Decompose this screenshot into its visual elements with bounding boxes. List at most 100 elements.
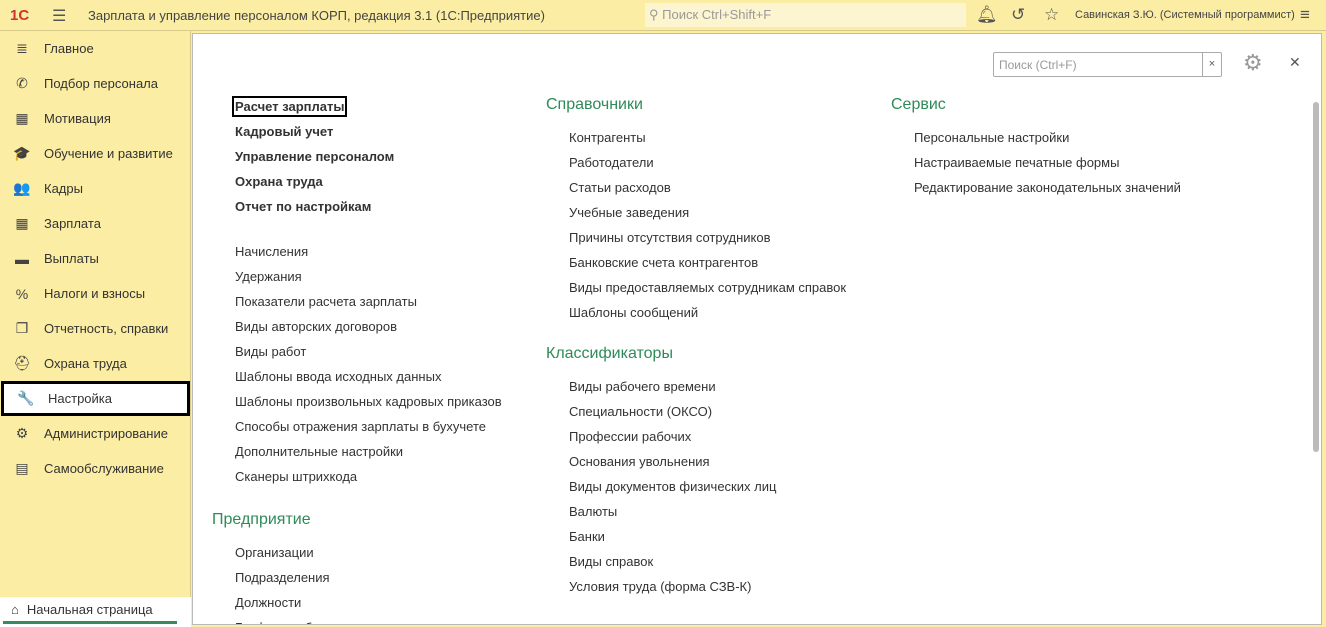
link[interactable]: Удержания (235, 269, 302, 284)
sidebar-item[interactable]: ▤ Самообслуживание (0, 451, 191, 486)
gear-icon[interactable]: ⚙ (1243, 50, 1263, 76)
sidebar-item-label: Подбор персонала (44, 76, 158, 91)
link[interactable]: Причины отсутствия сотрудников (569, 230, 771, 245)
sidebar-item-icon: 🔧 (17, 390, 35, 406)
section-title: Справочники (546, 96, 643, 113)
link[interactable]: Организации (235, 545, 314, 560)
sidebar-item-icon: ▦ (15, 110, 29, 126)
sidebar-item[interactable]: 👥 Кадры (0, 171, 191, 206)
sidebar-item[interactable]: % Налоги и взносы (0, 276, 191, 311)
link[interactable]: Работодатели (569, 155, 654, 170)
app-title: Зарплата и управление персоналом КОРП, р… (88, 8, 545, 23)
sidebar-item[interactable]: ≣ Главное (0, 31, 191, 66)
sidebar-item[interactable]: ⚙ Администрирование (0, 416, 191, 451)
sidebar-item-icon: 🎓 (13, 145, 31, 161)
link[interactable]: Дополнительные настройки (235, 444, 403, 459)
sidebar-item[interactable]: 🔧 Настройка (1, 381, 190, 416)
link[interactable]: Шаблоны ввода исходных данных (235, 369, 441, 384)
sidebar-item-label: Налоги и взносы (44, 286, 146, 301)
link[interactable]: Учебные заведения (569, 205, 689, 220)
settings-menu-icon[interactable]: ≡ (1300, 5, 1310, 25)
history-icon[interactable]: ↺ (1011, 5, 1025, 25)
user-name[interactable]: Савинская З.Ю. (Системный программист) (1075, 9, 1295, 21)
link[interactable]: Сканеры штрихкода (235, 469, 357, 484)
bottom-tabs: ⌂ Начальная страница (0, 597, 191, 627)
link[interactable]: Контрагенты (569, 130, 646, 145)
link[interactable]: Статьи расходов (569, 180, 671, 195)
link[interactable]: Профессии рабочих (569, 429, 691, 444)
link[interactable]: Показатели расчета зарплаты (235, 294, 417, 309)
sidebar-item-icon: ▬ (15, 250, 29, 267)
link[interactable]: Подразделения (235, 570, 330, 585)
section-title: Предприятие (212, 511, 311, 528)
panel-search-input[interactable]: Поиск (Ctrl+F) × (993, 52, 1222, 77)
sidebar-item[interactable]: ⛑ Охрана труда (0, 346, 191, 381)
sidebar-item-label: Обучение и развитие (44, 146, 173, 161)
link[interactable]: Графики работы (235, 620, 334, 624)
link[interactable]: Основания увольнения (569, 454, 710, 469)
link[interactable]: Виды справок (569, 554, 653, 569)
sidebar-item-label: Самообслуживание (44, 461, 164, 476)
link[interactable]: Должности (235, 595, 301, 610)
link[interactable]: Персональные настройки (914, 130, 1069, 145)
sidebar: ≣ Главное ✆ Подбор персонала ▦ Мотивация 🎓 Обуч… (0, 31, 191, 597)
section-title: Классификаторы (546, 345, 673, 362)
bell-icon[interactable]: 🔔︎ (976, 5, 998, 25)
sidebar-item-label: Зарплата (44, 216, 101, 231)
sidebar-item-icon: ▦ (15, 215, 29, 231)
sidebar-item-label: Главное (44, 41, 94, 56)
global-search-input[interactable]: ⚲ Поиск Ctrl+Shift+F (645, 3, 966, 27)
link-bold[interactable]: Кадровый учет (235, 124, 333, 139)
home-icon: ⌂ (11, 601, 19, 617)
close-icon[interactable]: ✕ (1289, 54, 1301, 71)
1c-logo: 1С (10, 7, 30, 24)
sidebar-item[interactable]: 🎓 Обучение и развитие (0, 136, 191, 171)
link-bold[interactable]: Охрана труда (235, 174, 323, 189)
clear-search-button[interactable]: × (1202, 53, 1221, 76)
sidebar-item-icon: ✆ (16, 75, 28, 91)
main-menu-icon[interactable]: ☰ (52, 6, 66, 26)
sidebar-item-label: Выплаты (44, 251, 99, 266)
link[interactable]: Способы отражения зарплаты в бухучете (235, 419, 486, 434)
link-bold[interactable]: Отчет по настройкам (235, 199, 371, 214)
sidebar-item-icon: ❐ (15, 320, 29, 336)
sidebar-item[interactable]: ▦ Зарплата (0, 206, 191, 241)
link[interactable]: Шаблоны произвольных кадровых приказов (235, 394, 502, 409)
link[interactable]: Виды рабочего времени (569, 379, 716, 394)
sidebar-item-icon: % (15, 285, 29, 302)
link-bold[interactable]: Управление персоналом (235, 149, 394, 164)
sidebar-item-icon: ▤ (15, 460, 29, 476)
link[interactable]: Виды документов физических лиц (569, 479, 776, 494)
link[interactable]: Банковские счета контрагентов (569, 255, 758, 270)
link[interactable]: Виды предоставляемых сотрудникам справок (569, 280, 846, 295)
tab-home[interactable]: ⌂ Начальная страница (3, 597, 177, 624)
link[interactable]: Специальности (ОКСО) (569, 404, 712, 419)
search-icon: ⚲ (649, 7, 659, 22)
sidebar-item-label: Отчетность, справки (44, 321, 169, 336)
link[interactable]: Виды авторских договоров (235, 319, 397, 334)
link[interactable]: Настраиваемые печатные формы (914, 155, 1119, 170)
link[interactable]: Виды работ (235, 344, 306, 359)
sidebar-item[interactable]: ❐ Отчетность, справки (0, 311, 191, 346)
sidebar-item-icon: 👥 (13, 180, 31, 196)
sidebar-item-label: Кадры (44, 181, 83, 196)
link-bold[interactable]: Расчет зарплаты (231, 96, 348, 117)
link[interactable]: Начисления (235, 244, 308, 259)
sidebar-item-label: Мотивация (44, 111, 111, 126)
link[interactable]: Редактирование законодательных значений (914, 180, 1181, 195)
link[interactable]: Банки (569, 529, 605, 544)
star-icon[interactable]: ☆ (1044, 5, 1059, 25)
link[interactable]: Условия труда (форма СЗВ-К) (569, 579, 751, 594)
link[interactable]: Шаблоны сообщений (569, 305, 698, 320)
sidebar-item[interactable]: ✆ Подбор персонала (0, 66, 191, 101)
sidebar-item[interactable]: ▦ Мотивация (0, 101, 191, 136)
sidebar-item-label: Настройка (48, 391, 112, 406)
sidebar-item-icon: ⚙ (15, 425, 29, 441)
scrollbar-thumb[interactable] (1313, 102, 1319, 452)
link[interactable]: Валюты (569, 504, 617, 519)
sidebar-item[interactable]: ▬ Выплаты (0, 241, 191, 276)
top-bar: 1С ☰ Зарплата и управление персоналом КО… (0, 0, 1326, 31)
sidebar-item-icon: ⛑ (13, 355, 31, 371)
sidebar-item-icon: ≣ (16, 40, 28, 56)
settings-panel: Поиск (Ctrl+F) × ⚙ ✕ Расчет зарплаты Кадро… (192, 33, 1322, 625)
